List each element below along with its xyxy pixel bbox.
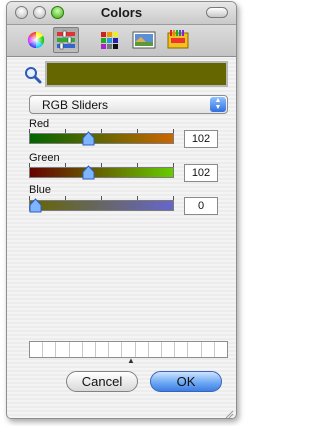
slider-tick bbox=[137, 129, 138, 133]
swatch-cell[interactable] bbox=[109, 342, 123, 357]
up-down-arrows-icon: ▲ ▼ bbox=[210, 97, 226, 112]
red-slider-track[interactable] bbox=[29, 133, 174, 144]
green-slider-thumb[interactable] bbox=[82, 165, 95, 180]
slider-tick bbox=[101, 129, 102, 133]
swatch-cell[interactable] bbox=[202, 342, 215, 357]
red-slider-thumb[interactable] bbox=[82, 131, 95, 146]
palette-grid-icon bbox=[101, 32, 118, 49]
swatch-cell[interactable] bbox=[122, 342, 136, 357]
slider-tick bbox=[137, 196, 138, 200]
slider-tick bbox=[65, 163, 66, 167]
slider-tick bbox=[29, 163, 30, 167]
tab-color-sliders[interactable] bbox=[53, 27, 79, 53]
blue-slider-thumb[interactable] bbox=[29, 198, 42, 213]
resize-grip-icon[interactable] bbox=[224, 406, 234, 418]
green-value-field[interactable]: 102 bbox=[184, 164, 218, 182]
crayons-icon bbox=[167, 30, 189, 49]
swatch-cell[interactable] bbox=[43, 342, 57, 357]
slider-tick bbox=[173, 129, 174, 133]
green-slider-track[interactable] bbox=[29, 167, 174, 178]
red-value-field[interactable]: 102 bbox=[184, 130, 218, 148]
slider-tick bbox=[173, 196, 174, 200]
tab-color-wheel[interactable] bbox=[23, 27, 49, 53]
swatch-cell[interactable] bbox=[56, 342, 70, 357]
slider-tick bbox=[137, 163, 138, 167]
green-label: Green bbox=[29, 152, 60, 164]
swatch-cell[interactable] bbox=[149, 342, 163, 357]
tab-image-palettes[interactable] bbox=[131, 27, 157, 53]
slider-tick bbox=[65, 196, 66, 200]
toolbar-toggle-button[interactable] bbox=[206, 7, 228, 18]
color-wheel-icon bbox=[27, 31, 45, 49]
blue-value-field[interactable]: 0 bbox=[184, 197, 218, 215]
ok-button[interactable]: OK bbox=[150, 371, 222, 392]
blue-label: Blue bbox=[29, 184, 52, 196]
window-title: Colors bbox=[100, 5, 143, 20]
slider-tick bbox=[65, 129, 66, 133]
magnifier-icon[interactable] bbox=[24, 66, 42, 84]
sliders-icon bbox=[57, 30, 75, 50]
swatch-cell[interactable] bbox=[188, 342, 202, 357]
current-color-well[interactable] bbox=[45, 61, 228, 87]
tab-crayons[interactable] bbox=[165, 27, 191, 53]
color-mode-select[interactable]: RGB Sliders ▲ ▼ bbox=[29, 95, 228, 114]
blue-slider-track[interactable] bbox=[29, 200, 174, 211]
cancel-button[interactable]: Cancel bbox=[66, 371, 138, 392]
title-bar[interactable]: Colors bbox=[7, 2, 236, 25]
swatch-cell[interactable] bbox=[175, 342, 189, 357]
red-label: Red bbox=[29, 118, 50, 130]
mode-toolbar bbox=[7, 25, 236, 57]
slider-tick bbox=[101, 196, 102, 200]
image-icon bbox=[132, 31, 156, 49]
palette-drag-handle-icon[interactable]: ▲ bbox=[127, 356, 135, 365]
swatch-cell[interactable] bbox=[83, 342, 97, 357]
slider-tick bbox=[173, 163, 174, 167]
swatch-cell[interactable] bbox=[162, 342, 176, 357]
slider-tick bbox=[29, 129, 30, 133]
swatch-cell[interactable] bbox=[30, 342, 44, 357]
swatch-cell[interactable] bbox=[136, 342, 149, 357]
colors-panel-window: Colors RGB Sliders ▲ ▼ Red 102 Green 102… bbox=[6, 1, 237, 419]
swatch-cell[interactable] bbox=[70, 342, 83, 357]
swatch-cell[interactable] bbox=[215, 342, 227, 357]
tab-color-palettes[interactable] bbox=[97, 27, 123, 53]
slider-tick bbox=[101, 163, 102, 167]
swatch-cell[interactable] bbox=[96, 342, 110, 357]
color-mode-label: RGB Sliders bbox=[42, 98, 109, 112]
